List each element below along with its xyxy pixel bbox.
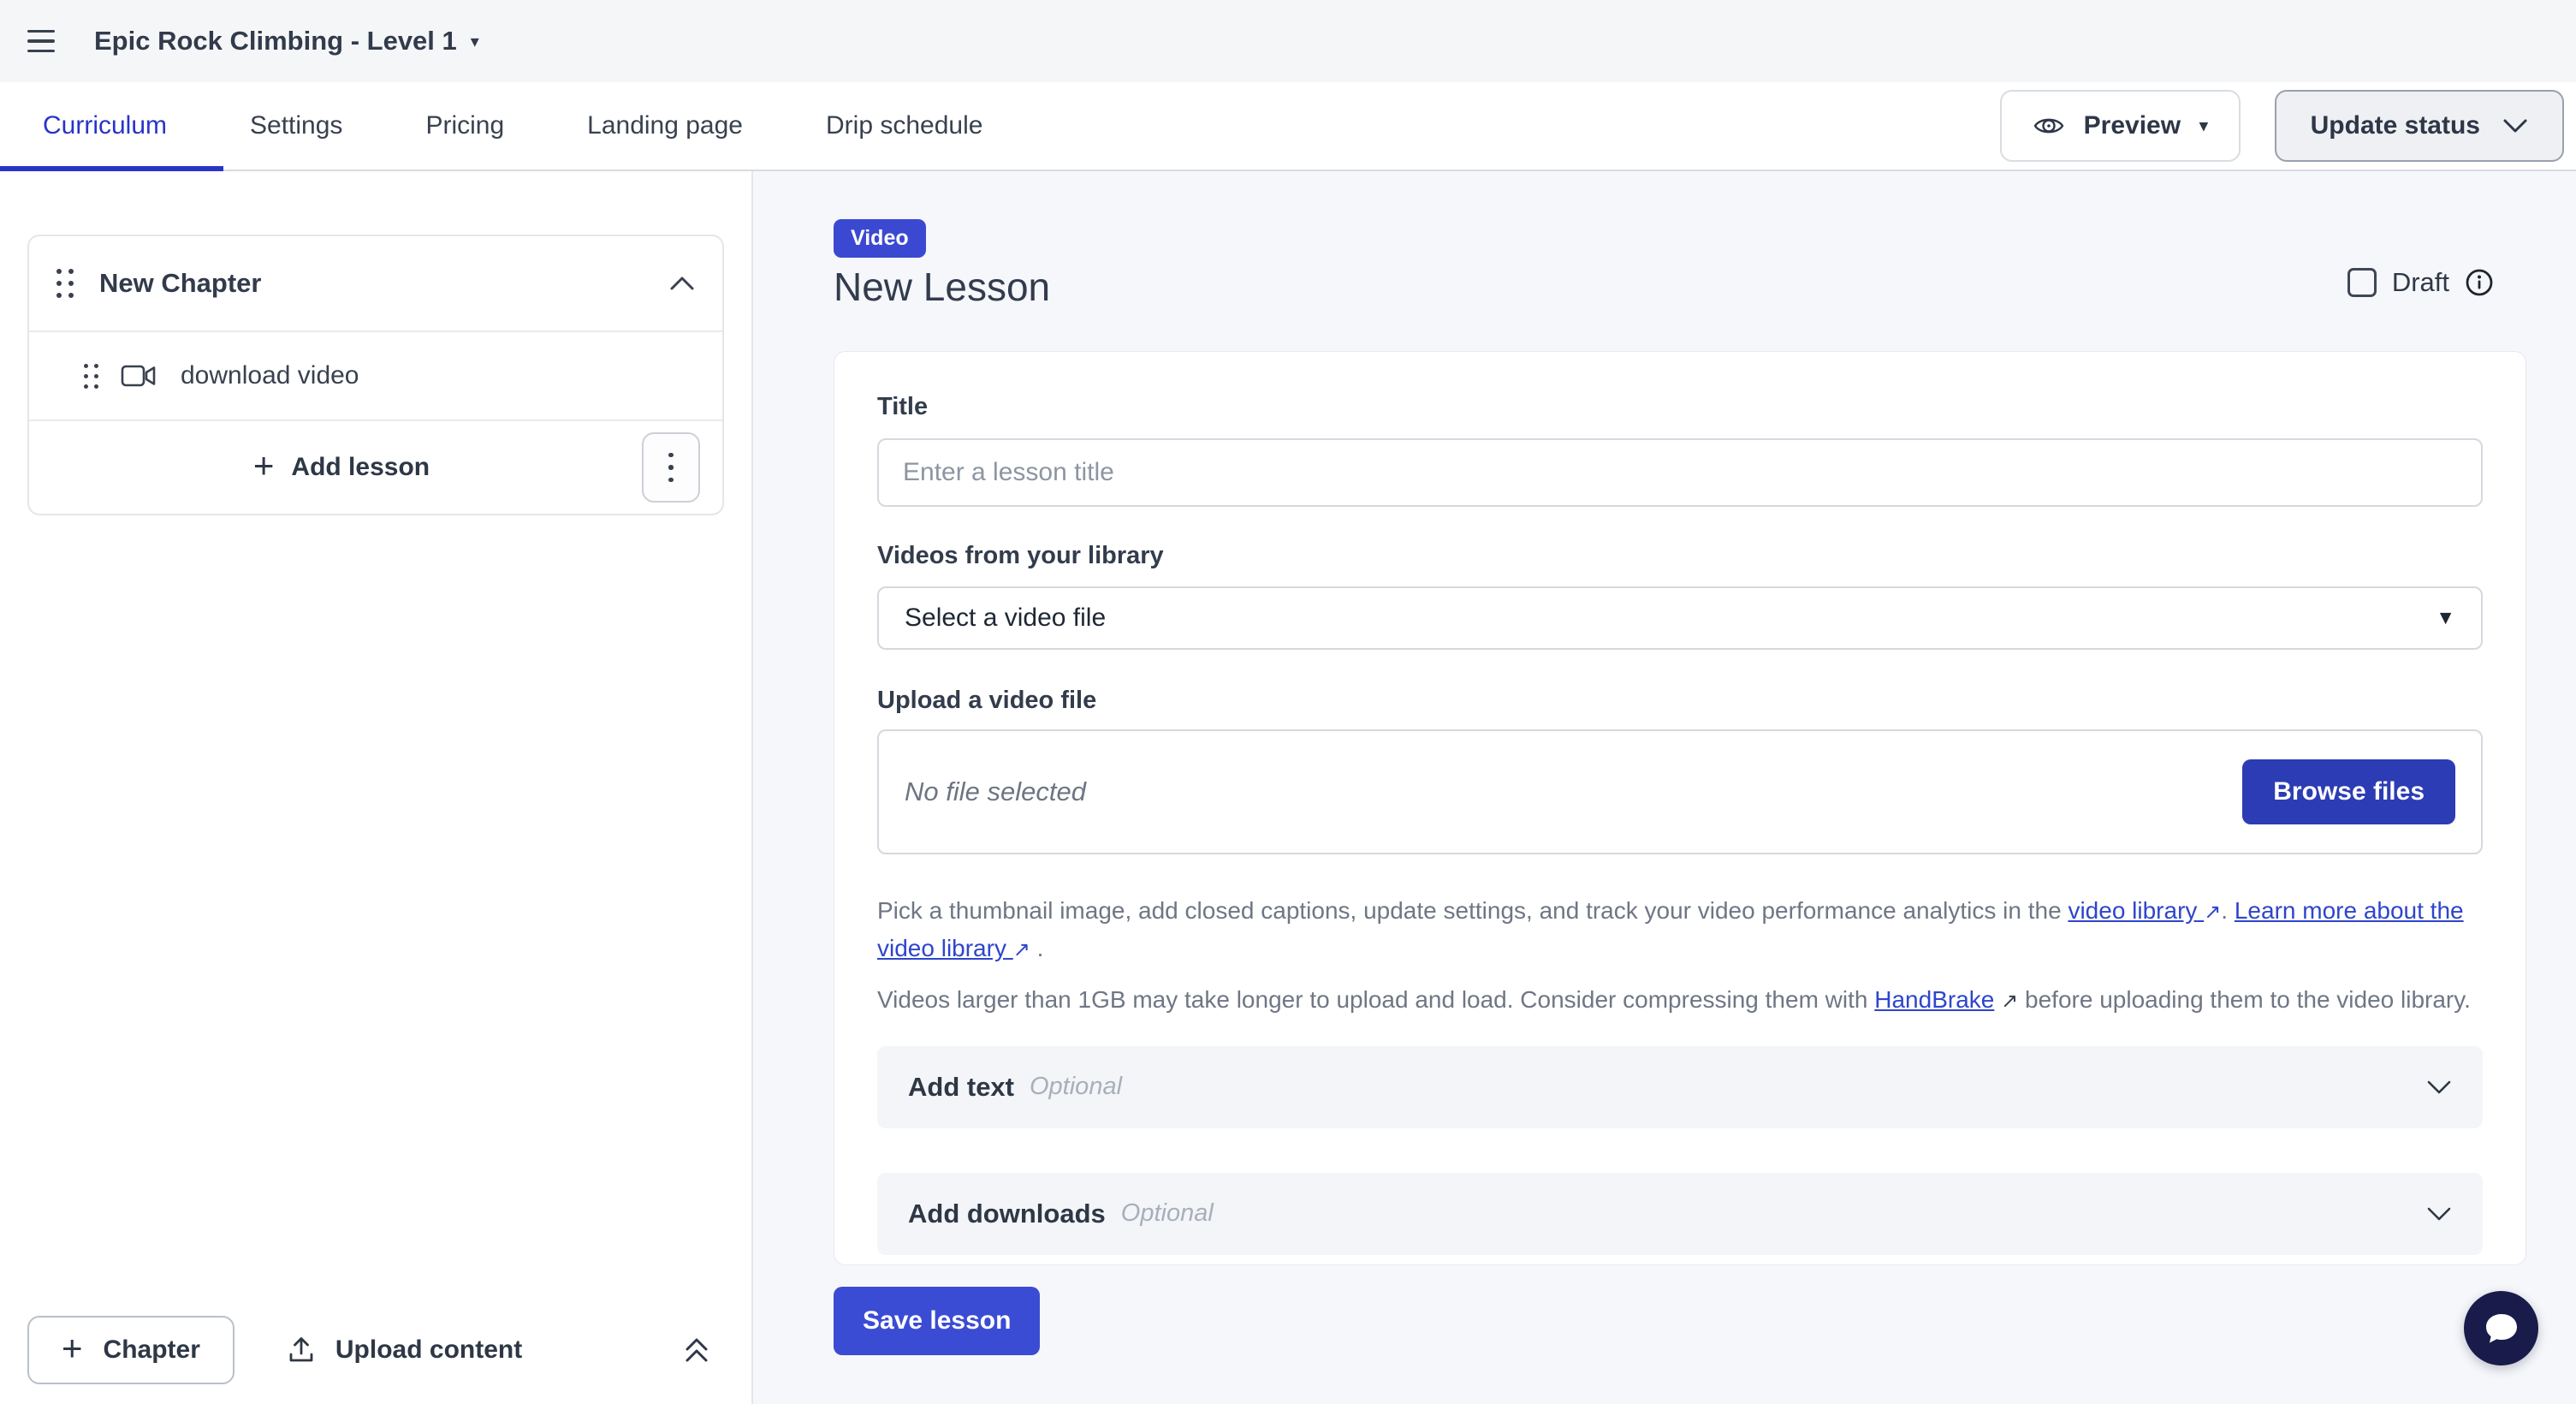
file-upload-dropzone[interactable]: No file selected Browse files	[877, 729, 2483, 854]
update-status-button[interactable]: Update status	[2275, 90, 2564, 162]
no-file-text: No file selected	[905, 776, 1086, 807]
info-icon[interactable]	[2465, 268, 2494, 297]
chapter-drag-handle-icon[interactable]	[56, 269, 74, 298]
video-library-link[interactable]: video library ↗	[2068, 897, 2221, 924]
tab-settings[interactable]: Settings	[250, 111, 342, 140]
chapter-card: New Chapter download video	[27, 235, 724, 515]
add-downloads-accordion[interactable]: Add downloads Optional	[877, 1173, 2483, 1255]
chevron-down-icon	[2426, 1206, 2452, 1222]
optional-label: Optional	[1030, 1073, 1122, 1101]
chat-widget-button[interactable]	[2464, 1291, 2538, 1365]
add-chapter-button[interactable]: + Chapter	[27, 1316, 234, 1384]
plus-icon: +	[62, 1330, 83, 1366]
chat-icon	[2479, 1306, 2524, 1351]
draft-toggle-row: Draft	[2347, 267, 2494, 298]
save-lesson-button[interactable]: Save lesson	[834, 1287, 1040, 1355]
header-actions: Preview ▾ Update status	[2000, 90, 2564, 162]
add-text-label: Add text	[908, 1072, 1014, 1103]
video-library-select[interactable]: Select a video file ▼	[877, 586, 2483, 650]
page-title: New Lesson	[834, 265, 2576, 310]
lesson-row[interactable]: download video	[29, 332, 722, 419]
chapter-title: New Chapter	[99, 268, 261, 299]
link-label: video library	[2068, 897, 2197, 924]
lesson-title-input[interactable]	[877, 438, 2483, 507]
upload-content-label: Upload content	[335, 1336, 522, 1365]
video-size-help-text: Videos larger than 1GB may take longer t…	[877, 981, 2483, 1019]
content-area: New Chapter download video	[0, 171, 2576, 1404]
video-library-help-text: Pick a thumbnail image, add closed capti…	[877, 892, 2483, 967]
tab-drip-schedule[interactable]: Drip schedule	[826, 111, 982, 140]
kebab-icon	[668, 453, 674, 483]
top-bar: Epic Rock Climbing - Level 1 ▾	[0, 0, 2576, 82]
library-field-label: Videos from your library	[877, 542, 2483, 570]
chapter-footer-row: + Add lesson	[29, 421, 722, 514]
handbrake-link[interactable]: HandBrake	[1874, 986, 1994, 1013]
curriculum-sidebar: New Chapter download video	[0, 171, 753, 1404]
upload-icon	[286, 1335, 317, 1365]
hamburger-icon[interactable]	[27, 30, 55, 53]
chapter-header[interactable]: New Chapter	[29, 236, 722, 330]
tab-bar: Curriculum Settings Pricing Landing page…	[0, 82, 2576, 171]
upload-content-button[interactable]: Upload content	[286, 1335, 522, 1365]
browse-files-button[interactable]: Browse files	[2242, 759, 2455, 824]
chapter-chevron-up-icon[interactable]	[669, 276, 695, 291]
external-link-icon: ↗	[2204, 896, 2221, 929]
add-text-accordion[interactable]: Add text Optional	[877, 1046, 2483, 1128]
eye-icon	[2033, 115, 2065, 137]
add-downloads-label: Add downloads	[908, 1199, 1106, 1229]
upload-field-label: Upload a video file	[877, 687, 2483, 715]
draft-label: Draft	[2392, 267, 2449, 298]
lesson-editor-panel: Video New Lesson Draft Title Videos from…	[753, 171, 2576, 1404]
course-caret-down-icon[interactable]: ▾	[471, 31, 479, 52]
lesson-form-card: Title Videos from your library Select a …	[834, 351, 2526, 1265]
preview-label: Preview	[2084, 111, 2181, 140]
video-library-selected-value: Select a video file	[905, 604, 1106, 633]
tab-curriculum[interactable]: Curriculum	[43, 111, 167, 140]
lesson-type-badge: Video	[834, 219, 926, 258]
external-link-icon: ↗	[2001, 985, 2018, 1018]
help-text-segment: .	[2221, 897, 2235, 924]
chapter-menu-button[interactable]	[642, 432, 700, 503]
title-field-label: Title	[877, 393, 2483, 421]
help-text-segment: Pick a thumbnail image, add closed capti…	[877, 897, 2068, 924]
update-status-chevron-down-icon	[2502, 118, 2528, 134]
lesson-title: download video	[181, 361, 359, 390]
tab-pricing[interactable]: Pricing	[425, 111, 504, 140]
update-status-label: Update status	[2311, 111, 2480, 140]
video-camera-icon	[121, 363, 157, 389]
draft-checkbox[interactable]	[2347, 268, 2377, 297]
chevron-down-icon	[2426, 1080, 2452, 1095]
double-chevron-up-icon[interactable]	[683, 1336, 710, 1365]
add-lesson-label: Add lesson	[291, 453, 430, 482]
preview-button[interactable]: Preview ▾	[2000, 90, 2241, 162]
preview-caret-down-icon: ▾	[2199, 116, 2208, 136]
help-text-segment: .	[1030, 935, 1044, 961]
add-chapter-label: Chapter	[104, 1336, 200, 1365]
help-text-segment: before uploading them to the video libra…	[2018, 986, 2471, 1013]
select-caret-down-icon: ▼	[2436, 606, 2455, 629]
add-lesson-button[interactable]: + Add lesson	[29, 451, 722, 484]
help-text-segment: Videos larger than 1GB may take longer t…	[877, 986, 1874, 1013]
tab-landing-page[interactable]: Landing page	[587, 111, 743, 140]
course-title: Epic Rock Climbing - Level 1	[94, 26, 457, 57]
lesson-drag-handle-icon[interactable]	[84, 364, 98, 389]
optional-label: Optional	[1121, 1199, 1214, 1228]
sidebar-footer: + Chapter Upload content	[0, 1296, 751, 1404]
plus-icon: +	[253, 448, 275, 484]
external-link-icon: ↗	[1013, 934, 1030, 967]
link-label: HandBrake	[1874, 986, 1994, 1013]
